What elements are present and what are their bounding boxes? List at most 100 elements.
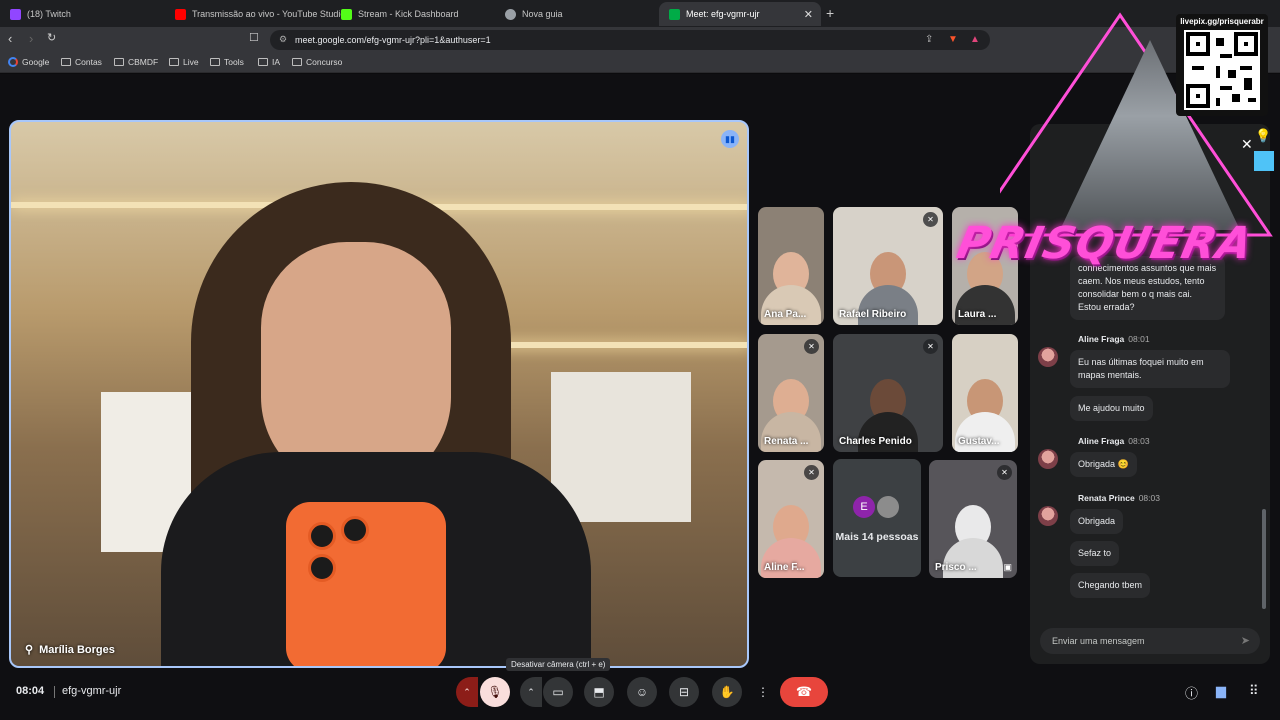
- close-icon[interactable]: ✕: [1241, 136, 1253, 153]
- participant-tile[interactable]: ✕ Charles Penido: [833, 334, 943, 452]
- chat-scrollbar[interactable]: [1262, 509, 1266, 609]
- tab-label: Nova guia: [522, 9, 563, 19]
- mic-off-icon: ✕: [923, 339, 938, 354]
- kick-icon: [341, 8, 352, 20]
- avatar: [1038, 506, 1058, 526]
- info-icon[interactable]: ⓘ: [1185, 683, 1198, 702]
- tab-twitch[interactable]: (18) Twitch: [0, 2, 165, 26]
- video-options-chevron-icon[interactable]: ⌃: [520, 677, 542, 707]
- call-end-icon: ☎: [795, 684, 813, 699]
- participant-tile[interactable]: ✕ Prisco ... ▣: [929, 460, 1017, 578]
- tab-label: Stream - Kick Dashboard: [358, 9, 459, 19]
- emoji-icon: ☺: [635, 685, 649, 699]
- reactions-button[interactable]: ☺: [627, 677, 657, 707]
- lightbulb-icon[interactable]: 💡: [1255, 128, 1271, 144]
- folder-icon: [292, 58, 302, 66]
- participant-tile[interactable]: ✕ Aline F...: [758, 460, 824, 578]
- bookmark-contas[interactable]: Contas: [61, 57, 102, 67]
- raise-hand-button[interactable]: ✋: [712, 677, 742, 707]
- tab-youtube-studio[interactable]: Transmissão ao vivo - YouTube Studio: [165, 2, 345, 26]
- present-screen-button[interactable]: ⬒: [584, 677, 614, 707]
- shield-icon: [505, 8, 516, 20]
- phone: [286, 502, 446, 666]
- tab-meet[interactable]: Meet: efg-vgmr-ujr ✕: [659, 2, 821, 26]
- captions-icon: ⊟: [678, 685, 690, 699]
- participant-tile[interactable]: ✕ Rafael Ribeiro: [833, 207, 943, 325]
- main-speaker-name: ⚲ Marília Borges: [25, 643, 115, 657]
- participant-name: Charles Penido: [839, 436, 912, 447]
- participant-tile[interactable]: ✕ Renata ...: [758, 334, 824, 452]
- participant-tile[interactable]: Gustav...: [952, 334, 1018, 452]
- share-icon[interactable]: ⇪: [925, 34, 933, 45]
- bookmark-tools[interactable]: Tools: [210, 57, 244, 67]
- participant-name: Renata ...: [764, 436, 809, 447]
- chat-sender: Aline Fraga 08:03: [1078, 436, 1150, 446]
- close-tab-icon[interactable]: ✕: [804, 8, 813, 21]
- folder-icon: [169, 58, 179, 66]
- avatar: E: [853, 496, 875, 518]
- chat-message: Me ajudou muito: [1070, 396, 1153, 421]
- more-options-button[interactable]: ⋮: [748, 677, 778, 707]
- avatar: [877, 496, 899, 518]
- folder-icon: [61, 58, 71, 66]
- brave-shield-icon[interactable]: ▼: [948, 34, 958, 45]
- chat-sender: Aline Fraga 08:01: [1078, 334, 1150, 344]
- chat-message: Obrigada 😊: [1070, 452, 1137, 477]
- mic-off-icon: ✕: [997, 465, 1012, 480]
- tab-kick-dashboard[interactable]: Stream - Kick Dashboard: [331, 2, 495, 26]
- chat-message: Obrigada: [1070, 509, 1124, 534]
- main-speaker-tile[interactable]: ▮▮ ⚲ Marília Borges: [9, 120, 749, 668]
- google-icon: [8, 57, 18, 67]
- chat-message: Sefaz to: [1070, 541, 1120, 566]
- qr-code: [1184, 30, 1260, 110]
- bookmark-cbmdf[interactable]: CBMDF: [114, 57, 158, 67]
- qr-panel: livepix.gg/prisquerabr: [1176, 14, 1268, 116]
- tab-label: Transmissão ao vivo - YouTube Studio: [192, 9, 346, 19]
- captions-button[interactable]: ⊟: [669, 677, 699, 707]
- audio-options-chevron-icon[interactable]: ⌃: [456, 677, 478, 707]
- participant-name: Aline F...: [764, 562, 805, 573]
- mic-off-icon: ✕: [804, 339, 819, 354]
- divider: [54, 686, 55, 698]
- camera-button[interactable]: ▭: [543, 677, 573, 707]
- streamer-brand: PRISQUERA: [952, 218, 1258, 269]
- reload-icon[interactable]: ↻: [47, 31, 56, 44]
- participant-name: Prisco ...: [935, 562, 977, 573]
- new-tab-icon[interactable]: +: [826, 5, 834, 21]
- chat-icon[interactable]: ▆: [1216, 683, 1226, 699]
- extension-icon[interactable]: [1254, 151, 1274, 171]
- bookmark-google[interactable]: Google: [8, 57, 49, 67]
- pin-icon: ⚲: [25, 644, 34, 656]
- microphone-button[interactable]: 🎙: [480, 677, 510, 707]
- site-info-icon[interactable]: ⚙: [279, 34, 287, 45]
- tab-label: Meet: efg-vgmr-ujr: [686, 9, 760, 19]
- chat-message: Chegando tbem: [1070, 573, 1151, 598]
- tab-new-tab[interactable]: Nova guia: [495, 2, 659, 26]
- send-icon[interactable]: ➤: [1241, 634, 1250, 647]
- more-vert-icon: ⋮: [757, 685, 769, 699]
- chat-input[interactable]: Enviar uma mensagem ➤: [1040, 628, 1260, 654]
- participant-tile[interactable]: Ana Pa...: [758, 207, 824, 325]
- rewards-icon[interactable]: ▲: [970, 34, 980, 45]
- bookmark-concurso[interactable]: Concurso: [292, 57, 342, 67]
- avatar: [1038, 347, 1058, 367]
- activities-icon[interactable]: ⠿: [1249, 683, 1259, 699]
- bookmark-icon[interactable]: ☐: [249, 31, 259, 44]
- bookmark-live[interactable]: Live: [169, 57, 199, 67]
- leave-call-button[interactable]: ☎: [780, 677, 828, 707]
- meeting-clock: 08:04: [16, 685, 45, 697]
- chat-sender: Renata Prince 08:03: [1078, 493, 1160, 503]
- back-icon[interactable]: ‹: [8, 31, 12, 46]
- speaking-indicator-icon: ▮▮: [721, 130, 739, 148]
- forward-icon[interactable]: ›: [29, 31, 33, 46]
- participant-name: Rafael Ribeiro: [839, 309, 907, 320]
- more-people-tile[interactable]: E Mais 14 pessoas: [833, 459, 921, 577]
- video-camera-icon: ▭: [552, 685, 564, 699]
- more-people-label: Mais 14 pessoas: [835, 531, 919, 543]
- hand-icon: ✋: [719, 685, 735, 699]
- bookmark-ia[interactable]: IA: [258, 57, 280, 67]
- binders: [551, 372, 691, 522]
- participant-name: Ana Pa...: [764, 309, 807, 320]
- address-bar[interactable]: ⚙ meet.google.com/efg-vgmr-ujr?pli=1&aut…: [270, 30, 990, 50]
- youtube-icon: [175, 8, 186, 20]
